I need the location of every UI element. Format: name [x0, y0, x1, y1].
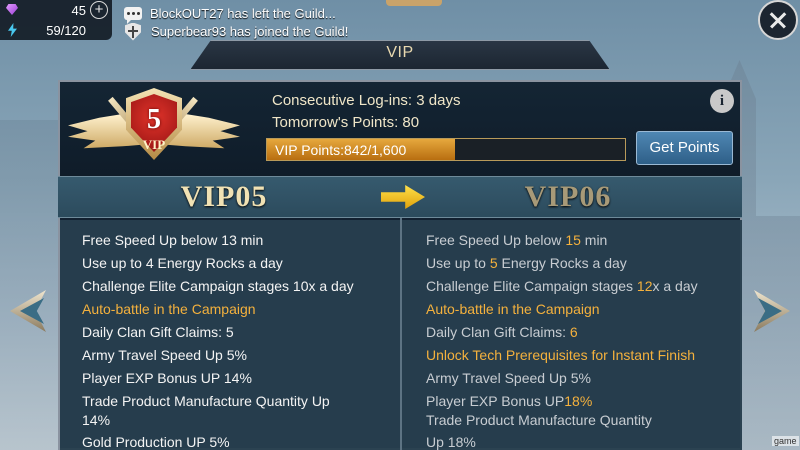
next-benefit-fragment: Use up to: [426, 255, 490, 271]
next-benefits-column: Free Speed Up below 15 min Use up to 5 En…: [402, 220, 742, 450]
next-benefit-item: Auto-battle in the Campaign: [426, 301, 600, 317]
gem-counter: 45 +: [0, 0, 112, 20]
info-icon[interactable]: i: [710, 89, 734, 113]
page-title: VIP: [386, 44, 414, 61]
current-benefits-column: Free Speed Up below 13 min Use up to 4 En…: [60, 220, 400, 450]
energy-count: 59/120: [46, 22, 86, 38]
next-benefit-fragment: Trade Product Manufacture Quantity: [426, 412, 652, 428]
next-benefit-fragment: Up 18%: [426, 434, 476, 450]
next-benefit-fragment: Army Travel Speed Up 5%: [426, 370, 591, 386]
feed-text: Superbear93 has joined the Guild!: [151, 24, 349, 39]
feed-item[interactable]: BlockOUT27 has left the Guild...: [124, 4, 336, 23]
next-benefit-fragment: Unlock Tech Prerequisites for Instant Fi…: [426, 347, 695, 363]
next-vip-level: VIP06: [524, 180, 612, 213]
current-benefit-item: Free Speed Up below 13 min: [82, 232, 264, 248]
get-points-button[interactable]: Get Points: [636, 131, 733, 165]
current-benefit-item: Trade Product Manufacture Quantity Up: [82, 393, 330, 409]
current-benefit-item: Daily Clan Gift Claims: 5: [82, 324, 234, 340]
vip-badge-label: VIP: [142, 137, 166, 152]
next-benefit-item: Challenge Elite Campaign stages 12x a da…: [426, 278, 698, 294]
resource-panel: 45 + 59/120: [0, 0, 112, 40]
current-benefit-item: Auto-battle in the Campaign: [82, 301, 256, 317]
watermark: game: [772, 436, 799, 446]
energy-counter: 59/120: [0, 20, 112, 40]
next-benefit-fragment: Auto-battle in the Campaign: [426, 301, 600, 317]
add-gems-plus-icon[interactable]: +: [90, 1, 108, 19]
current-benefit-item: Gold Production UP 5%: [82, 434, 230, 450]
next-benefit-item: Free Speed Up below 15 min: [426, 232, 607, 248]
next-benefit-fragment: 12: [636, 278, 653, 294]
current-vip-level: VIP05: [180, 180, 268, 213]
next-benefit-fragment: 18%: [564, 393, 593, 409]
next-benefit-item: Use up to 5 Energy Rocks a day: [426, 255, 627, 271]
next-benefit-fragment: Free Speed Up below: [426, 232, 566, 248]
consecutive-logins: Consecutive Log-ins: 3 days: [272, 92, 461, 109]
guild-notification-feed: BlockOUT27 has left the Guild... Superbe…: [124, 2, 424, 41]
next-benefit-fragment: min: [580, 232, 608, 248]
next-benefit-fragment: Player EXP Bonus UP: [426, 393, 565, 409]
current-benefit-item: Challenge Elite Campaign stages 10x a da…: [82, 278, 354, 294]
next-benefit-item: Player EXP Bonus UP18%: [426, 393, 592, 409]
chat-bubble-icon: [124, 7, 142, 20]
vip-emblem: 5 VIP: [64, 84, 244, 174]
energy-bolt-icon: [8, 23, 17, 37]
current-benefit-item: Player EXP Bonus UP 14%: [82, 370, 252, 386]
vip-badge-level: 5: [147, 104, 161, 135]
current-benefit-item: Army Travel Speed Up 5%: [82, 347, 247, 363]
next-benefit-item: Daily Clan Gift Claims: 6: [426, 324, 578, 340]
close-button[interactable]: [758, 0, 798, 40]
guild-shield-icon: [125, 22, 141, 41]
feed-text: BlockOUT27 has left the Guild...: [150, 6, 336, 21]
next-benefit-fragment: 15: [565, 232, 581, 248]
next-benefit-item: Unlock Tech Prerequisites for Instant Fi…: [426, 347, 695, 363]
next-benefit-item: Army Travel Speed Up 5%: [426, 370, 591, 386]
next-benefit-fragment: x a day: [652, 278, 698, 294]
top-tab-handle[interactable]: [386, 0, 442, 6]
vip-points-progress-bar: VIP Points:842/1,600: [266, 138, 626, 161]
next-benefit-fragment: Challenge Elite Campaign stages: [426, 278, 637, 294]
next-benefit-item: Up 18%: [426, 434, 476, 450]
gem-count: 45: [71, 2, 86, 18]
tomorrow-points: Tomorrow's Points: 80: [272, 114, 420, 131]
vip-points-text: VIP Points:842/1,600: [275, 142, 407, 158]
feed-item[interactable]: Superbear93 has joined the Guild!: [124, 22, 348, 41]
gem-icon: [6, 4, 18, 15]
current-benefit-item: 14%: [82, 412, 111, 428]
next-benefit-fragment: Daily Clan Gift Claims:: [426, 324, 570, 340]
next-benefit-fragment: 5: [489, 255, 498, 271]
current-benefit-item: Use up to 4 Energy Rocks a day: [82, 255, 283, 271]
next-benefit-item: Trade Product Manufacture Quantity: [426, 412, 652, 428]
next-benefit-fragment: 6: [569, 324, 578, 340]
next-benefit-fragment: Energy Rocks a day: [497, 255, 627, 271]
